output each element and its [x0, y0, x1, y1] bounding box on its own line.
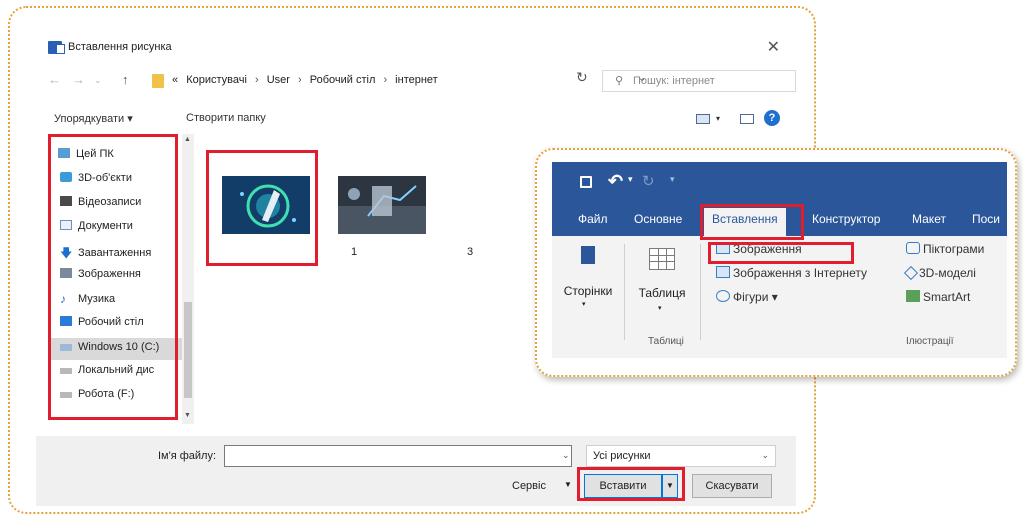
3d-models-button[interactable]: 3D-моделі — [903, 265, 976, 281]
pages-label: Сторінки — [563, 284, 613, 298]
forward-arrow-icon[interactable]: → — [72, 72, 85, 87]
highlight-insert-button — [577, 467, 685, 501]
quick-access-toolbar: ↶ ▾ ↻ ▾ — [552, 162, 1007, 202]
save-icon[interactable] — [580, 176, 592, 188]
chevron-down-icon: ▾ — [658, 305, 662, 312]
pages-button[interactable]: Сторінки ▾ — [560, 242, 616, 314]
icons-button[interactable]: Піктограми — [906, 242, 984, 256]
breadcrumb-separator[interactable]: › — [255, 74, 259, 86]
online-pictures-icon — [716, 266, 730, 278]
scroll-down-icon[interactable]: ▼ — [184, 412, 191, 419]
file-name: 3 — [466, 246, 474, 258]
scroll-thumb[interactable] — [184, 302, 192, 398]
address-bar[interactable]: « Користувачі › User › Робочий стіл › ін… — [148, 70, 646, 92]
new-folder-button[interactable]: Створити папку — [186, 112, 266, 124]
smartart-button[interactable]: SmartArt — [906, 290, 970, 304]
breadcrumb-separator[interactable]: › — [298, 74, 302, 86]
group-divider — [700, 244, 701, 340]
highlight-pictures-button — [708, 242, 854, 264]
icons-label: Піктограми — [923, 242, 985, 256]
file-item[interactable]: 3 — [338, 176, 473, 258]
table-label: Таблиця — [638, 286, 686, 300]
tab-layout[interactable]: Макет — [912, 212, 946, 226]
undo-icon[interactable]: ↶ — [608, 171, 623, 192]
cube-icon — [903, 265, 919, 281]
breadcrumb-separator[interactable]: › — [383, 74, 387, 86]
breadcrumb-item[interactable]: Користувачі — [186, 74, 247, 86]
recent-dropdown-icon[interactable]: ⌄ — [94, 75, 102, 86]
search-input[interactable]: ⚲ Пошук: інтернет — [602, 70, 796, 92]
highlight-navigation-pane — [48, 134, 178, 420]
shapes-button[interactable]: Фігури ▾ — [716, 290, 778, 304]
breadcrumb: « Користувачі › User › Робочий стіл › ін… — [172, 74, 443, 86]
breadcrumb-item[interactable]: інтернет — [395, 74, 438, 86]
highlight-file-1 — [206, 150, 318, 266]
address-row: ← → ⌄ ↑ « Користувачі › User › Робочий с… — [36, 68, 796, 94]
preview-pane-icon[interactable] — [740, 114, 754, 124]
search-icon: ⚲ — [615, 75, 624, 87]
help-icon[interactable]: ? — [764, 110, 780, 126]
chevron-down-icon: ▾ — [582, 301, 586, 308]
breadcrumb-item[interactable]: User — [267, 74, 290, 86]
illustrations-group-label: Ілюстрації — [906, 336, 954, 347]
search-placeholder: Пошук: інтернет — [633, 75, 715, 87]
cancel-button[interactable]: Скасувати — [692, 474, 772, 498]
refresh-icon[interactable]: ↻ — [576, 69, 588, 86]
organize-button[interactable]: Упорядкувати ▾ — [54, 112, 133, 125]
icons-icon — [906, 242, 920, 254]
customize-toolbar-icon[interactable]: ▾ — [670, 174, 675, 185]
scroll-up-icon[interactable]: ▲ — [184, 136, 191, 143]
service-dropdown-icon[interactable]: ▼ — [564, 480, 572, 489]
up-arrow-icon[interactable]: ↑ — [122, 72, 129, 87]
filename-input[interactable] — [224, 445, 572, 467]
tab-references[interactable]: Поси — [972, 212, 1000, 226]
ribbon-card: ↶ ▾ ↻ ▾ Файл Основне Вставлення Конструк… — [535, 148, 1017, 377]
word-app-icon — [48, 41, 65, 54]
view-options-icon[interactable] — [696, 114, 710, 124]
undo-dropdown-icon[interactable]: ▾ — [628, 174, 633, 185]
back-arrow-icon[interactable]: ← — [48, 72, 61, 87]
folder-icon — [152, 74, 164, 88]
online-pictures-button[interactable]: Зображення з Інтернету — [716, 266, 867, 280]
shapes-icon — [716, 290, 730, 302]
3d-models-label: 3D-моделі — [919, 266, 976, 280]
service-button[interactable]: Сервіс — [512, 480, 546, 492]
highlight-insert-tab — [700, 204, 804, 240]
tab-file[interactable]: Файл — [578, 212, 608, 226]
tab-home[interactable]: Основне — [634, 212, 682, 226]
breadcrumb-prefix[interactable]: « — [172, 74, 178, 86]
file-type-select[interactable]: Усі рисунки ⌄ — [586, 445, 776, 467]
thumbnail-image — [338, 176, 426, 234]
group-divider — [624, 244, 625, 340]
shapes-label: Фігури ▾ — [733, 290, 778, 304]
dialog-toolbar: Упорядкувати ▾ Створити папку ▾ ? — [36, 108, 796, 130]
smartart-label: SmartArt — [923, 290, 971, 304]
redo-icon[interactable]: ↻ — [642, 172, 655, 190]
filename-label: Ім'я файлу: — [158, 450, 217, 462]
close-icon[interactable]: ✕ — [767, 37, 780, 57]
online-pictures-label: Зображення з Інтернету — [733, 266, 867, 280]
dialog-title: Вставлення рисунка — [68, 41, 172, 53]
view-dropdown-icon[interactable]: ▾ — [716, 114, 720, 123]
file-type-value: Усі рисунки — [593, 450, 651, 462]
table-button[interactable]: Таблиця ▾ — [632, 242, 692, 322]
chevron-down-icon: ⌄ — [761, 450, 769, 460]
file-name: 1 — [350, 246, 358, 258]
breadcrumb-item[interactable]: Робочий стіл — [310, 74, 376, 86]
page-icon — [581, 246, 595, 264]
smartart-icon — [906, 290, 920, 302]
nav-scrollbar[interactable]: ▲ ▼ — [182, 134, 194, 424]
tab-design[interactable]: Конструктор — [812, 212, 880, 226]
word-ribbon: ↶ ▾ ↻ ▾ Файл Основне Вставлення Конструк… — [552, 162, 1007, 358]
chevron-down-icon[interactable]: ⌄ — [562, 450, 570, 461]
dialog-titlebar: Вставлення рисунка ✕ — [36, 30, 796, 62]
tables-group-label: Таблиці — [648, 336, 684, 347]
table-icon — [649, 248, 675, 270]
